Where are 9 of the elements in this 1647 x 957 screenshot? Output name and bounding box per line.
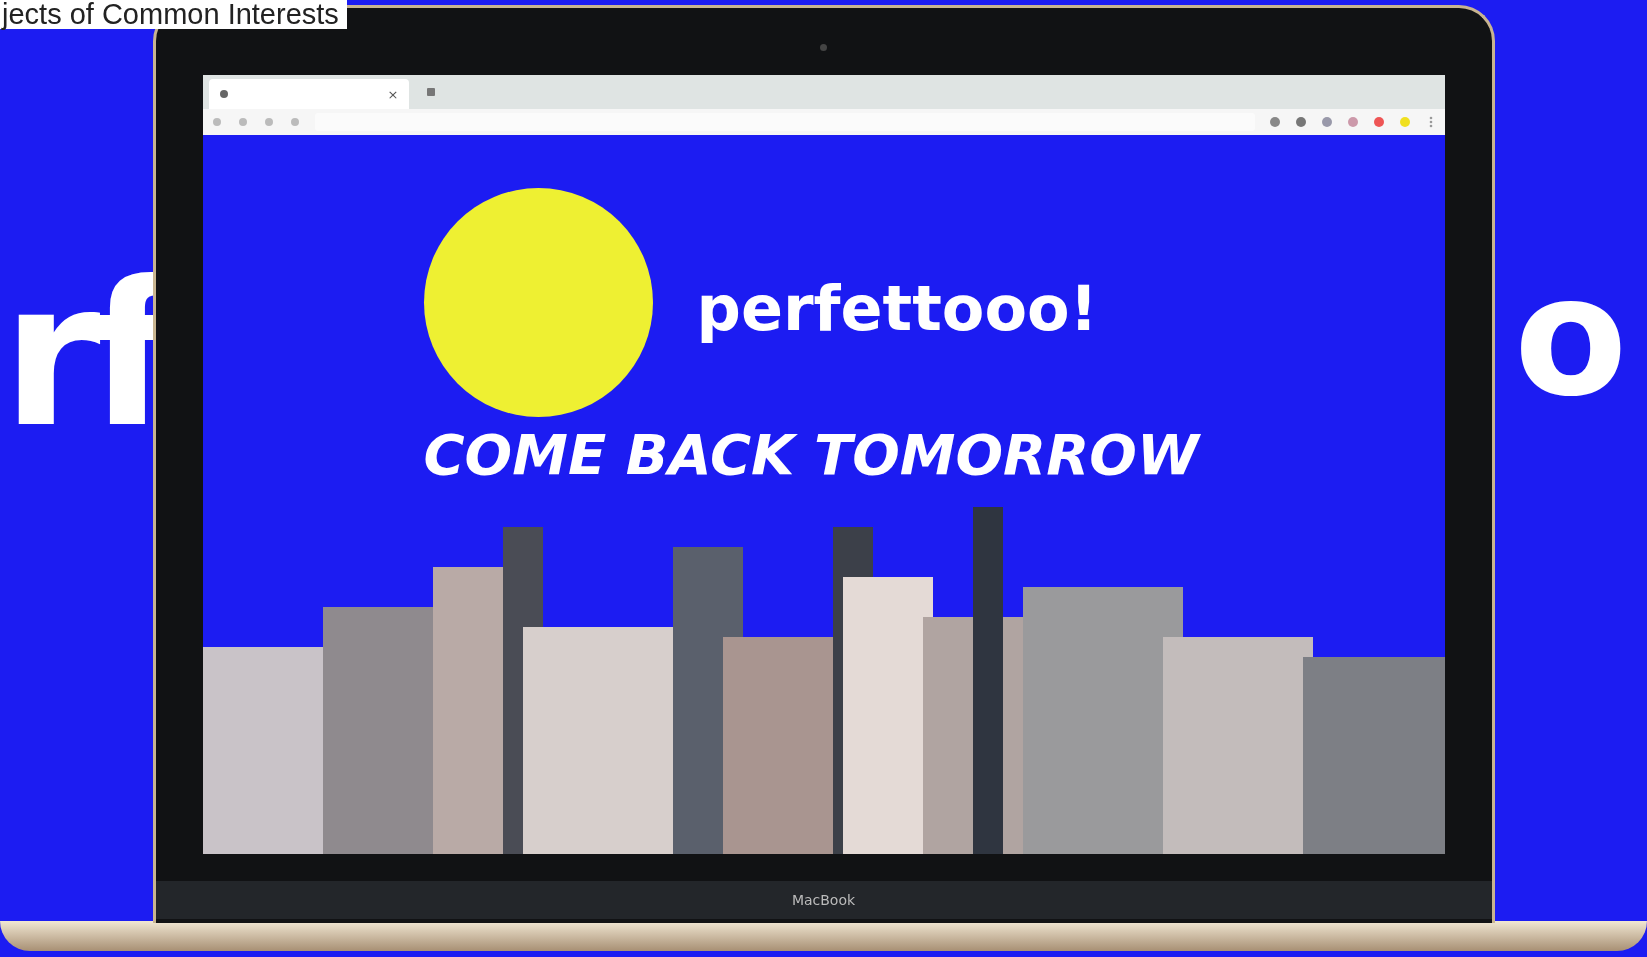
close-icon[interactable]: ×	[387, 86, 399, 102]
favicon-icon	[218, 89, 229, 99]
browser-tab[interactable]: ×	[208, 79, 409, 109]
page-title: jects of Common Interests	[0, 0, 347, 29]
backdrop-text: o	[1514, 255, 1628, 420]
new-tab-icon	[426, 88, 435, 96]
laptop-label: MacBook	[791, 892, 856, 908]
camera-icon	[820, 44, 827, 51]
headline: COME BACK TOMORROW	[422, 427, 1202, 483]
